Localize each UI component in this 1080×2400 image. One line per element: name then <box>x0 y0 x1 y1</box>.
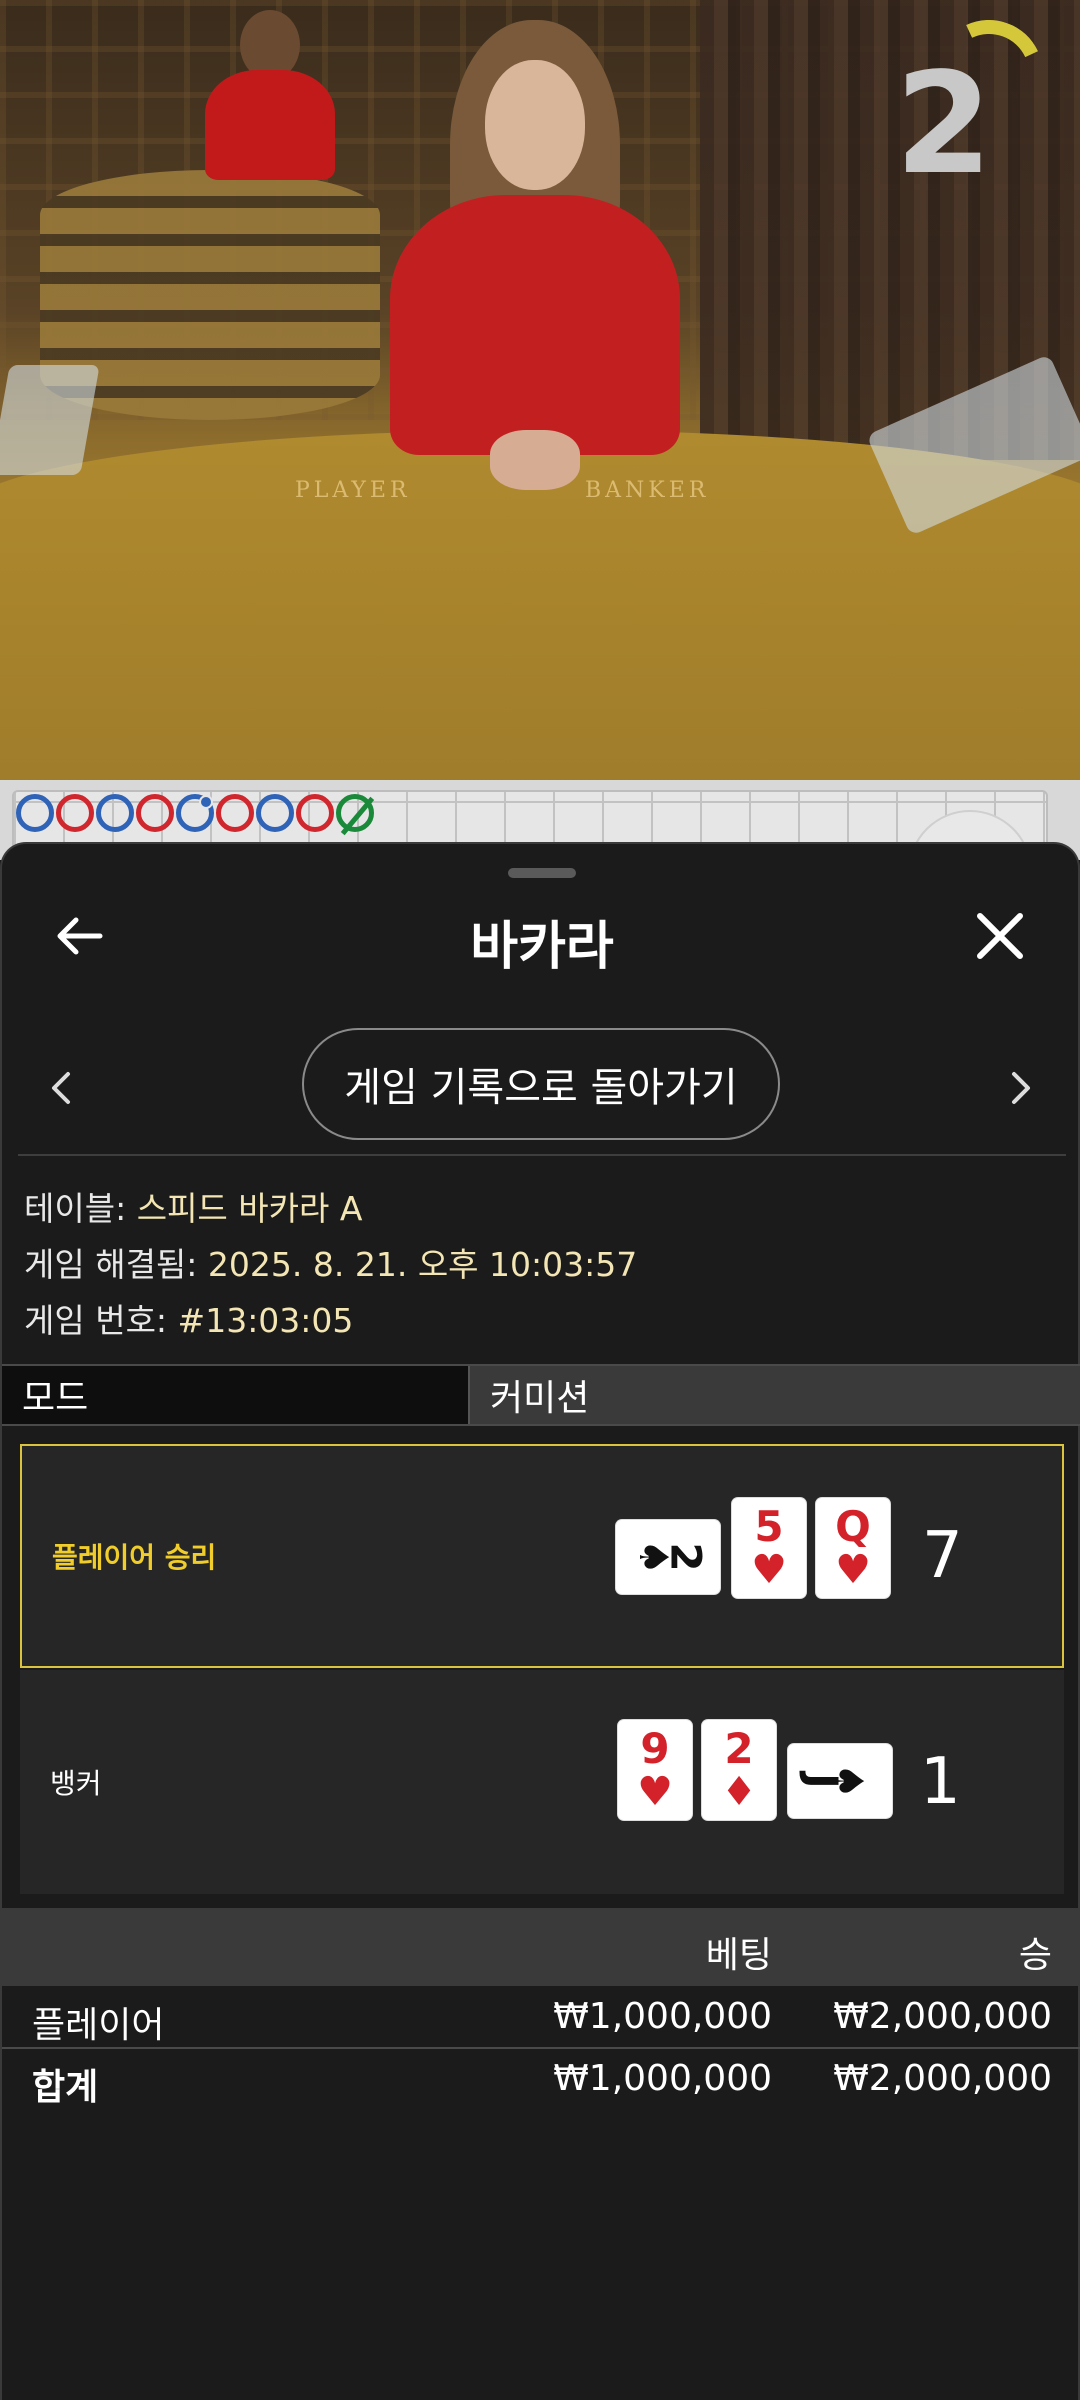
player-card-3-suit: ♥ <box>835 1547 871 1593</box>
summary-total-win: ₩2,000,000 <box>833 2058 1052 2099</box>
table-label: 테이블: <box>24 1189 137 1228</box>
player-score: 7 <box>922 1519 963 1593</box>
mode-tabs: 모드 커미션 <box>2 1364 1080 1426</box>
banker-result: 뱅커 9 ♥ 2 ♦ J ♠ 1 <box>20 1670 1064 1894</box>
summary-row-name: 플레이어 <box>32 2005 165 2046</box>
game-number-info: 게임 번호: #13:03:05 <box>24 1294 353 1342</box>
resolved-info: 게임 해결됨: 2025. 8. 21. 오후 10:03:57 <box>24 1238 637 1286</box>
tab-mode[interactable]: 모드 <box>2 1366 470 1424</box>
player-result: 플레이어 승리 ♠ 2 5 ♥ Q ♥ 7 <box>20 1444 1064 1668</box>
bet-column-header: 베팅 <box>705 1935 772 1976</box>
banker-card-3-suit: ♠ <box>824 1763 871 1799</box>
banker-card-2: 2 ♦ <box>702 1720 776 1820</box>
felt-banker-label: BANKER <box>585 478 710 503</box>
banker-score: 1 <box>920 1745 961 1819</box>
road-result-red <box>56 794 94 832</box>
player-card-3: Q ♥ <box>816 1498 890 1598</box>
chevron-left-icon[interactable] <box>44 1066 80 1110</box>
road-result-tie <box>336 794 374 832</box>
summary-header: 베팅 승 <box>2 1908 1080 1986</box>
win-column-header: 승 <box>1018 1935 1052 1976</box>
close-icon[interactable] <box>972 908 1028 964</box>
player-card-2-rank: 5 <box>754 1502 784 1551</box>
road-result-red <box>296 794 334 832</box>
table-info: 테이블: 스피드 바카라 A <box>24 1182 362 1230</box>
player-result-label: 플레이어 승리 <box>52 1541 217 1574</box>
summary-row-player: 플레이어 ₩1,000,000 ₩2,000,000 <box>2 1988 1080 2048</box>
player-card-2: 5 ♥ <box>732 1498 806 1598</box>
game-history-sheet: 바카라 게임 기록으로 돌아가기 테이블: 스피드 바카라 A 게임 해결됨: … <box>0 842 1080 2400</box>
summary-row-bet: ₩1,000,000 <box>553 1996 772 2037</box>
back-to-history-button[interactable]: 게임 기록으로 돌아가기 <box>302 1028 780 1140</box>
road-results <box>16 794 374 832</box>
game-number-label: 게임 번호: <box>24 1301 178 1340</box>
player-card-2-suit: ♥ <box>751 1547 787 1593</box>
felt-player-label: PLAYER <box>295 478 411 503</box>
banker-card-1-rank: 9 <box>640 1724 670 1773</box>
sheet-drag-handle[interactable] <box>508 868 576 878</box>
background-dealer <box>205 10 335 180</box>
resolved-label: 게임 해결됨: <box>24 1245 208 1284</box>
road-result-red <box>136 794 174 832</box>
banker-card-2-suit: ♦ <box>721 1769 757 1815</box>
road-result-red <box>216 794 254 832</box>
road-result-blue <box>16 794 54 832</box>
banker-result-label: 뱅커 <box>50 1767 102 1800</box>
road-result-blue <box>96 794 134 832</box>
table-value: 스피드 바카라 A <box>136 1189 363 1228</box>
sheet-title: 바카라 <box>470 917 614 977</box>
banker-card-3: J ♠ <box>788 1744 892 1818</box>
banker-card-1-suit: ♥ <box>637 1769 673 1815</box>
resolved-value: 2025. 8. 21. 오후 10:03:57 <box>207 1245 638 1284</box>
road-result-blue <box>256 794 294 832</box>
dealer <box>390 20 680 490</box>
live-video: PLAYER BANKER 2 <box>0 0 1080 780</box>
summary-total-row: 합계 ₩1,000,000 ₩2,000,000 <box>2 2050 1080 2110</box>
card-shoe-left <box>0 365 100 475</box>
divider <box>18 1154 1066 1156</box>
player-card-1: ♠ 2 <box>616 1520 720 1594</box>
banker-card-1: 9 ♥ <box>618 1720 692 1820</box>
chevron-right-icon[interactable] <box>1002 1066 1038 1110</box>
summary-total-name: 합계 <box>32 2067 99 2108</box>
summary-divider <box>2 2047 1080 2049</box>
banker-card-2-rank: 2 <box>724 1724 754 1773</box>
game-number-value: #13:03:05 <box>177 1301 354 1340</box>
road-result-blue-dot <box>176 794 214 832</box>
tab-commission[interactable]: 커미션 <box>470 1366 1080 1424</box>
summary-row-win: ₩2,000,000 <box>833 1996 1052 2037</box>
countdown-timer: 2 <box>895 43 993 206</box>
player-card-3-rank: Q <box>835 1502 871 1551</box>
player-card-1-rank: 2 <box>661 1542 711 1572</box>
summary-total-bet: ₩1,000,000 <box>553 2058 772 2099</box>
